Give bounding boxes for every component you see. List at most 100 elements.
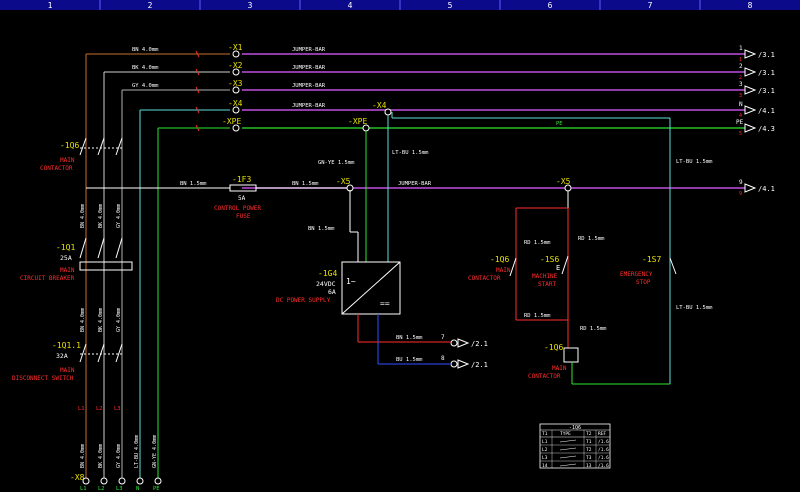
net-label: 3 [739,81,743,88]
wire-spec: GY 4.0mm [132,83,159,89]
contact-symbol [559,455,577,459]
wire-spec: GY 4.0mm [116,444,122,468]
wire-spec: BN 4.0mm [132,47,159,53]
circuit-breaker: -1Q1 25A MAIN CIRCUIT BREAKER [20,237,133,282]
col-number: 1 [48,1,53,10]
wire-ticks [195,50,200,132]
arrow-3 [744,85,757,95]
net-label: 7 [441,334,445,341]
terminal-x8-3 [118,477,126,485]
breaker-body [79,261,133,271]
tag-x5-2: -X5 [556,177,571,186]
terminal-x8-4 [136,477,144,485]
table-cell: /1.6 [598,447,609,453]
wire-spec: BK 4.0mm [98,204,104,228]
tag-x1: -X1 [228,43,243,52]
net-label: 2 [739,63,743,70]
tag: -1Q1 [56,243,75,252]
phase-mark: L3 [116,486,123,492]
dc-power-supply: 1~ == -1G4 24VDC 6A DC POWER SUPPLY GN-Y… [276,115,451,365]
tag: -1Q6 [60,141,79,150]
table-header: REF [598,431,606,437]
name: MAIN [496,267,511,274]
wire-spec: BN 1.5mm [292,181,319,187]
contact-symbol [559,463,577,467]
col-number: 3 [248,1,253,10]
col-number: 5 [448,1,453,10]
arrow-2 [744,67,757,77]
name: CONTACTOR [528,373,561,380]
tag: -1S6 [540,255,559,264]
current: 6A [328,288,336,296]
name: MAIN [552,365,567,372]
contact [97,343,105,363]
tag: -1F3 [232,175,251,184]
ref-labels: /3.1 /3.1 /3.1 /4.1 /4.3 /4.1 /2.1 /2.1 … [441,45,775,369]
tag-xpe: -XPE [222,117,241,126]
control-circuit: E -1Q6 MAIN CONTACTOR -1S6 MACHINE START… [391,112,713,385]
table-cell: L2 [542,447,548,453]
phase-mark: PE [153,486,160,492]
contact-symbol [559,447,577,451]
arrow-pe [744,123,757,133]
wire-spec: GY 4.0mm [116,204,122,228]
terminal-8 [450,360,458,368]
table-cell: /1.6 [598,455,609,461]
table-cell: T2 [586,447,592,453]
terminal-7 [450,339,458,347]
rating: 5A [238,195,246,202]
contact [115,343,123,363]
wire-spec: BU 1.5mm [396,357,423,363]
wire-spec: GN-YE 4.0mm [152,435,158,468]
wire-spec: JUMPER-BAR [292,65,326,71]
name: MAIN [60,267,75,274]
name: CONTROL POWER [214,205,261,212]
tag-xpe-2: -XPE [348,117,367,126]
wire-spec: JUMPER-BAR [292,103,326,109]
wire-spec: BN 4.0mm [80,444,86,468]
col-number: 7 [648,1,653,10]
phase-mark: L3 [114,406,121,412]
wire-spec: RD 1.5mm [524,240,551,246]
rating: 32A [56,352,68,360]
table-cell: 14 [542,463,548,469]
contact-symbol [559,439,577,443]
wire-spec: LT-BU 1.5mm [392,150,429,156]
net-label: 1 [739,45,743,52]
control-fuse: -1F3 5A CONTROL POWER FUSE BN 1.5mm BN 1… [86,175,347,220]
terminal-x8-2 [100,477,108,485]
name: EMERGENCY [620,271,653,278]
arrow-9 [744,183,757,193]
table-header: TYPE [560,431,571,437]
power-wires [85,53,230,478]
name: CONTACTOR [40,165,73,172]
phase-mark: L1 [80,486,87,492]
ps-diag [341,261,401,315]
schematic-canvas: 1 2 3 4 5 6 7 8 /3.1 /3.1 /3.1 /4.1 /4.3… [0,0,800,492]
wire-spec: LT-BU 4.0mm [134,435,140,468]
wire-spec: BK 4.0mm [132,65,159,71]
phase-mark: L1 [78,406,85,412]
table-cell: /1.6 [598,439,609,445]
terminal-x8-5 [154,477,162,485]
arrow-7 [457,338,470,348]
hold-contact [509,257,517,277]
estop-contact [669,257,677,275]
start-actuator: E [556,264,560,272]
wire-spec: GN-YE 1.5mm [318,160,355,166]
name: START [538,281,556,288]
cross-mark: 9 [739,191,742,197]
cross-mark: 2 [739,75,742,81]
wire-spec: RD 1.5mm [578,236,605,242]
wire-spec: BN 1.5mm [396,335,423,341]
ref-label: /2.1 [471,340,488,348]
table-cell: L1 [542,439,548,445]
voltage: 24VDC [316,280,336,288]
coil-body [563,347,579,363]
name: DISCONNECT SWITCH [12,375,74,382]
wire-spec: RD 1.5mm [524,313,551,319]
name: MAIN [60,367,75,374]
table-header: T2 [586,431,592,437]
table-cell: T1 [586,439,592,445]
tag: -1Q6 [490,255,509,264]
